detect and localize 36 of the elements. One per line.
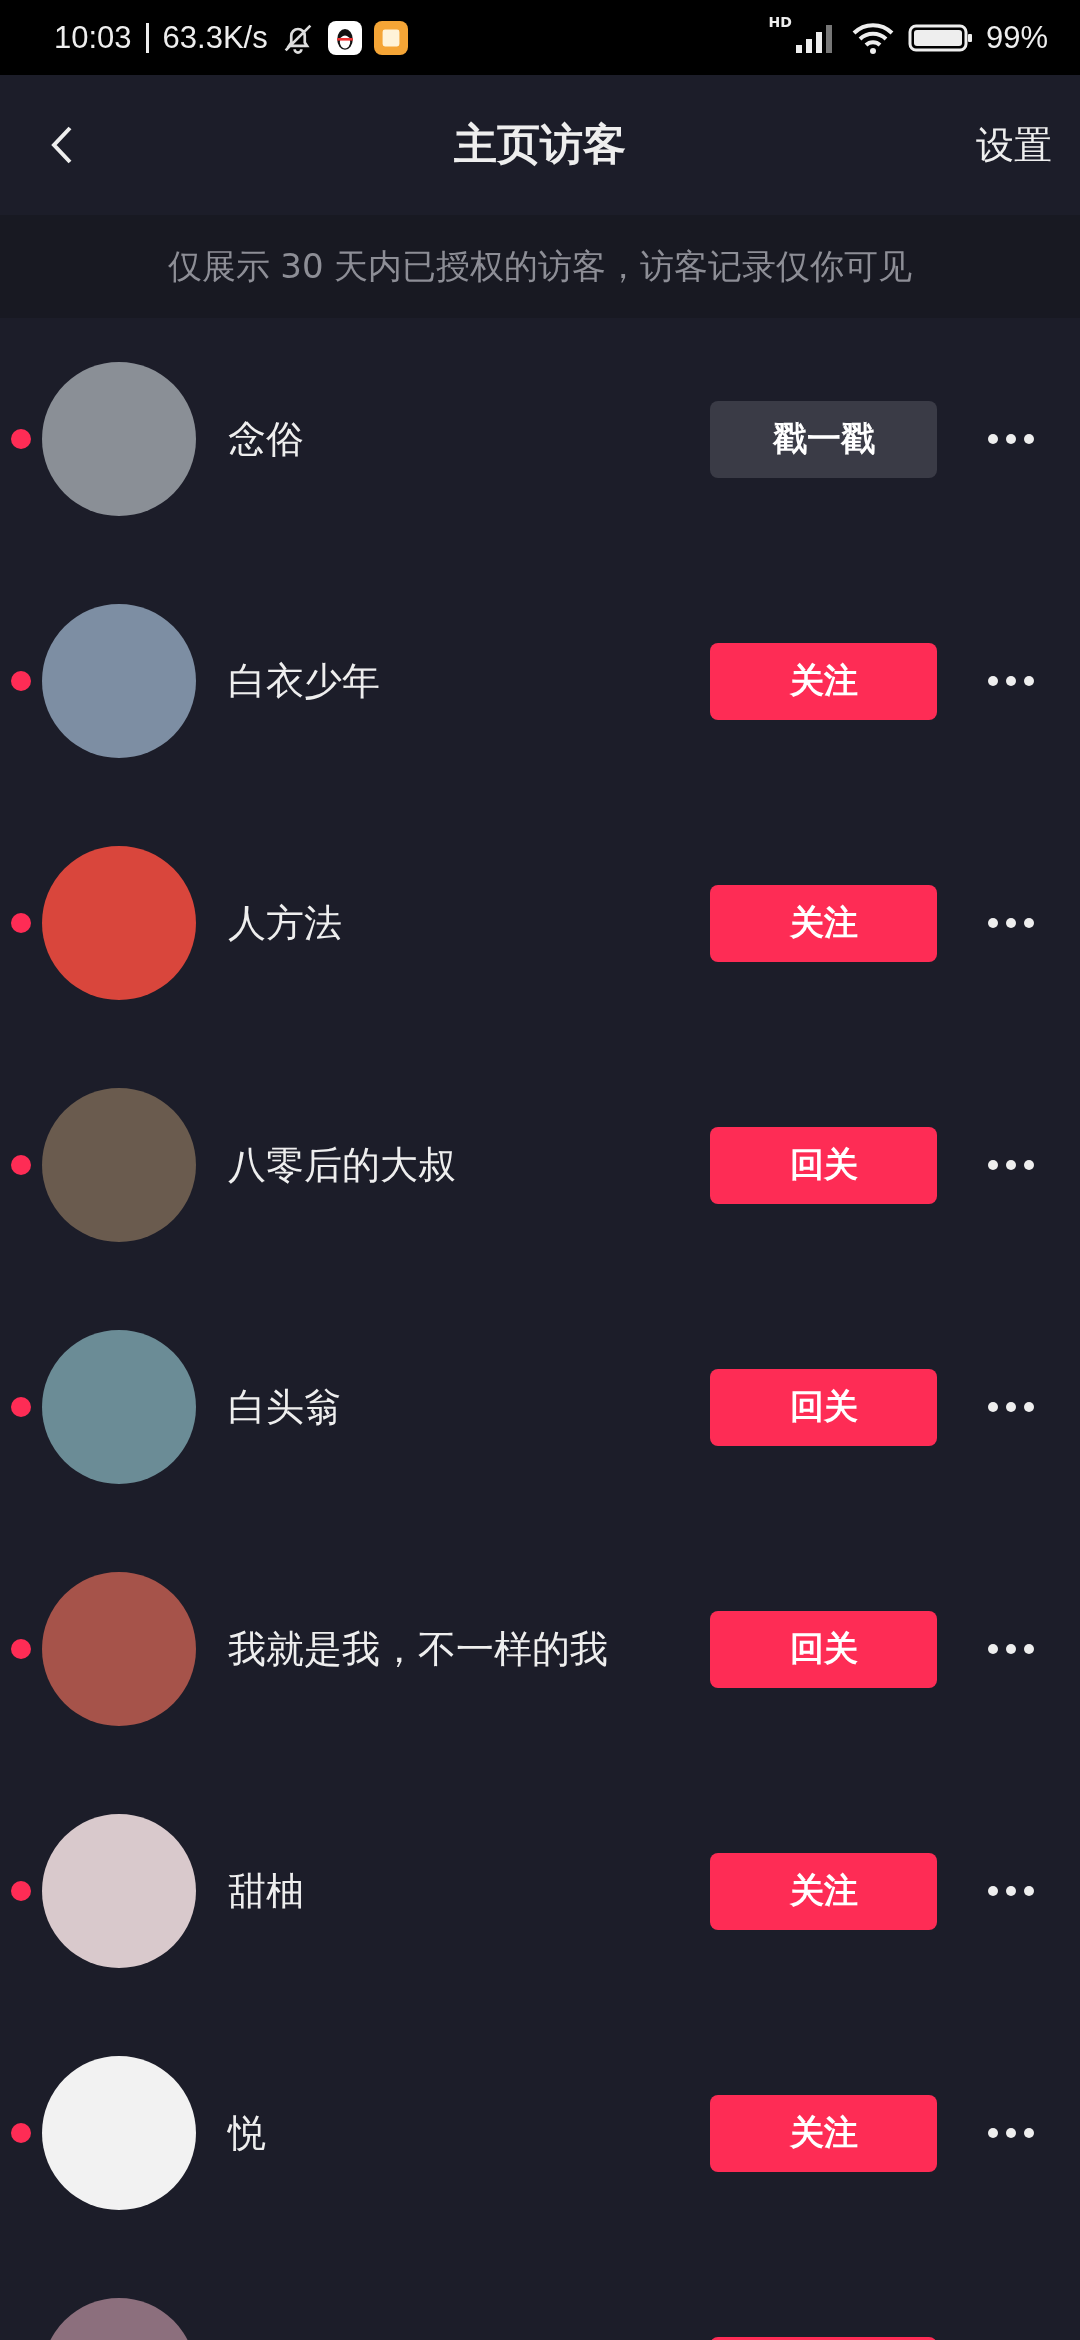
visitor-name[interactable]: 白头翁 bbox=[228, 1381, 342, 1433]
follow-button[interactable]: 戳一戳 bbox=[710, 400, 937, 478]
status-divider bbox=[145, 22, 149, 53]
note-app-icon bbox=[373, 20, 408, 55]
penguin-app-icon bbox=[327, 20, 362, 55]
more-icon[interactable] bbox=[987, 2127, 1035, 2139]
visitor-name[interactable]: 八零后的大叔 bbox=[228, 1139, 456, 1191]
battery-percent: 99% bbox=[985, 19, 1048, 56]
follow-button[interactable]: 关注 bbox=[710, 2094, 937, 2172]
more-icon[interactable] bbox=[987, 917, 1035, 929]
follow-button[interactable]: 回关 bbox=[710, 1610, 937, 1688]
follow-button[interactable]: 关注 bbox=[710, 884, 937, 962]
visitor-name[interactable]: 人方法 bbox=[228, 897, 342, 949]
back-icon[interactable] bbox=[50, 125, 74, 165]
status-time: 10:03 bbox=[54, 19, 132, 56]
page-title: 主页访客 bbox=[454, 118, 626, 171]
more-icon[interactable] bbox=[987, 433, 1035, 445]
visitor-name[interactable]: 念俗 bbox=[228, 413, 304, 465]
follow-button[interactable]: 关注 bbox=[710, 1852, 937, 1930]
follow-button[interactable]: 回关 bbox=[710, 1126, 937, 1204]
more-icon[interactable] bbox=[987, 1401, 1035, 1413]
more-icon[interactable] bbox=[987, 1159, 1035, 1171]
battery-icon bbox=[907, 22, 974, 53]
visitor-name[interactable]: 悦 bbox=[228, 2107, 266, 2159]
visitor-name[interactable]: 甜柚 bbox=[228, 1865, 304, 1917]
more-icon[interactable] bbox=[987, 1643, 1035, 1655]
network-type-label: HD bbox=[768, 14, 792, 30]
visitor-name[interactable]: 白衣少年 bbox=[228, 655, 380, 707]
more-icon[interactable] bbox=[987, 1885, 1035, 1897]
network-speed: 63.3K/s bbox=[162, 19, 268, 56]
visitor-name[interactable]: 我就是我，不一样的我 bbox=[228, 1623, 608, 1675]
follow-button[interactable]: 回关 bbox=[710, 1368, 937, 1446]
follow-button[interactable]: 关注 bbox=[710, 642, 937, 720]
more-icon[interactable] bbox=[987, 675, 1035, 687]
settings-link[interactable]: 设置 bbox=[976, 119, 1052, 171]
notice-banner: 仅展示 30 天内已授权的访客，访客记录仅你可见 bbox=[0, 215, 1080, 318]
